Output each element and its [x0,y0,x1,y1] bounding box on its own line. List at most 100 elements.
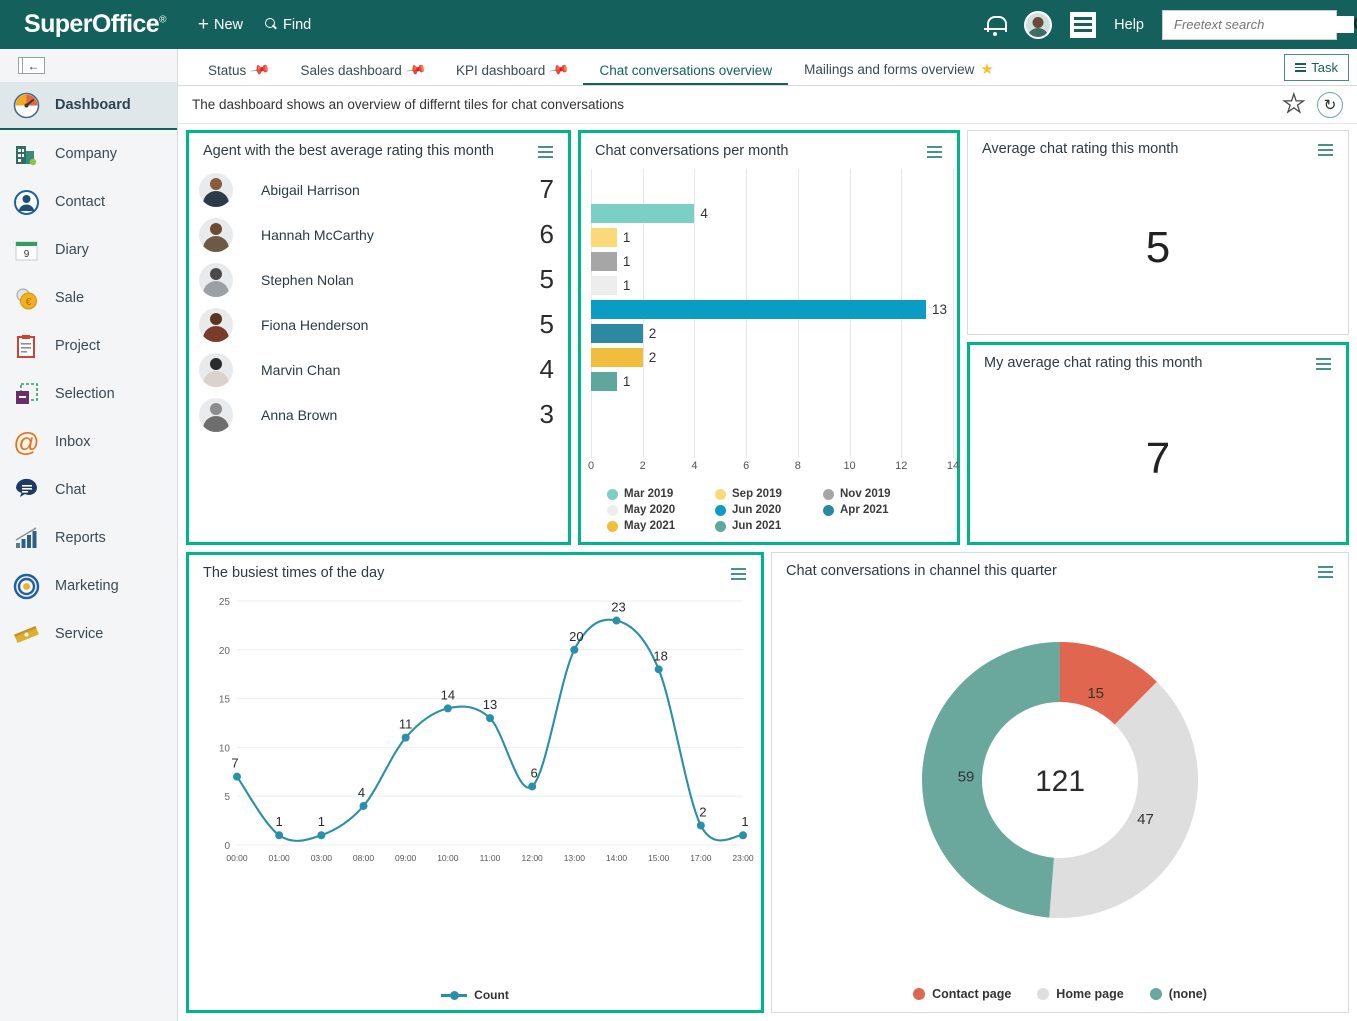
bar-value-label: 4 [700,206,708,222]
legend-item[interactable]: Nov 2019 [823,488,931,500]
tab-sales-dashboard[interactable]: Sales dashboard 📌 [284,59,440,85]
list-item[interactable]: Marvin Chan 4 [199,347,554,392]
svg-text:17:00: 17:00 [690,853,712,863]
pin-icon[interactable]: 📌 [249,59,272,81]
line-chart-legend: Count [197,980,753,1010]
bar-chart-bar-row[interactable]: 2 [591,347,947,368]
tile-menu-icon[interactable] [1315,141,1336,159]
bar-chart-bar-row[interactable]: 13 [591,299,947,320]
tab-chat-conversations-overview[interactable]: Chat conversations overview [583,63,789,85]
user-avatar[interactable] [1024,10,1053,39]
svg-text:01:00: 01:00 [269,853,291,863]
bar[interactable] [591,372,617,392]
legend-label: Count [474,988,509,1002]
legend-item[interactable]: Contact page [913,987,1011,1001]
bar[interactable] [591,204,695,224]
bar-chart-bar-row[interactable]: 2 [591,323,947,344]
sidebar-item-service[interactable]: Service [0,610,177,658]
favorite-star-icon[interactable]: ★ [980,60,993,78]
collapse-sidebar-button[interactable]: ← [18,57,45,74]
sidebar-item-dashboard[interactable]: Dashboard [0,82,177,130]
tile-header: The busiest times of the day [189,555,761,585]
bar-chart-bar-row[interactable]: 1 [591,251,947,272]
sidebar-item-label: Sale [55,290,85,306]
bar-chart-bar-row[interactable]: 4 [591,203,947,224]
legend-item[interactable]: Apr 2021 [823,504,931,516]
svg-text:23: 23 [611,600,625,615]
agent-name: Anna Brown [261,406,338,423]
legend-item[interactable]: May 2021 [607,520,715,532]
pin-icon[interactable]: 📌 [405,59,427,81]
svg-text:20: 20 [219,646,231,657]
sidebar-item-company[interactable]: Company [0,130,177,178]
tile-menu-icon[interactable] [924,143,945,161]
svg-text:59: 59 [958,768,975,785]
tile-my-average-chat-rating[interactable]: My average chat rating this month 7 [967,342,1349,545]
bar[interactable] [591,228,617,248]
legend-item[interactable]: Mar 2019 [607,488,715,500]
tab-mailings-and-forms-overview[interactable]: Mailings and forms overview ★ [788,60,1010,85]
bar[interactable] [591,324,643,344]
tile-title: Agent with the best average rating this … [203,143,494,159]
favorite-star-outline-icon[interactable]: ★ [1282,91,1306,117]
tile-title: Average chat rating this month [982,141,1179,157]
help-link[interactable]: Help [1114,17,1144,33]
new-button[interactable]: + New [198,15,243,34]
svg-text:1: 1 [276,814,283,829]
list-item[interactable]: Stephen Nolan 5 [199,257,554,302]
list-item[interactable]: Anna Brown 3 [199,392,554,437]
tile-menu-icon[interactable] [535,143,556,161]
main-menu-icon[interactable] [1070,11,1097,38]
notifications-bell-icon[interactable] [984,13,1008,37]
legend-item[interactable]: Sep 2019 [715,488,823,500]
legend-item[interactable]: (none) [1149,987,1207,1001]
bar-chart-bar-row[interactable]: 1 [591,227,947,248]
sidebar-item-diary[interactable]: 9 Diary [0,226,177,274]
sidebar-item-project[interactable]: Project [0,322,177,370]
list-item[interactable]: Fiona Henderson 5 [199,302,554,347]
search-input[interactable] [1172,16,1354,33]
tile-agent-best-average-rating[interactable]: Agent with the best average rating this … [186,130,571,545]
bar-chart-bar-row[interactable]: 1 [591,275,947,296]
sidebar-item-sale[interactable]: € Sale [0,274,177,322]
sidebar-item-reports[interactable]: Reports [0,514,177,562]
app-logo[interactable]: SuperOffice® [24,10,166,39]
list-item[interactable]: Abigail Harrison 7 [199,167,554,212]
sidebar-item-marketing[interactable]: Marketing [0,562,177,610]
tile-average-chat-rating[interactable]: Average chat rating this month 5 [967,130,1349,335]
tile-menu-icon[interactable] [1315,563,1336,581]
gridline [953,169,954,458]
legend-color-dot [715,488,726,500]
sidebar-item-chat[interactable]: Chat [0,466,177,514]
tile-menu-icon[interactable] [728,565,749,583]
tile-chat-conversations-in-channel[interactable]: Chat conversations in channel this quart… [771,552,1349,1013]
bar-chart-bar-row[interactable]: 1 [591,371,947,392]
sidebar-item-label: Dashboard [55,97,131,113]
bar[interactable] [591,276,617,296]
list-item[interactable]: Hannah McCarthy 6 [199,212,554,257]
svg-text:4: 4 [358,785,365,800]
tile-menu-icon[interactable] [1313,355,1334,373]
tab-status[interactable]: Status 📌 [192,59,284,85]
freetext-search-box[interactable] [1162,9,1357,40]
legend-item[interactable]: Jun 2021 [715,520,823,532]
tile-chat-conversations-per-month[interactable]: Chat conversations per month 4 1 1 1 13 2 2 1 0… [578,130,960,545]
legend-item[interactable]: Jun 2020 [715,504,823,516]
legend-item[interactable]: May 2020 [607,504,715,516]
sidebar-item-inbox[interactable]: @ Inbox [0,418,177,466]
sidebar-item-contact[interactable]: Contact [0,178,177,226]
bar[interactable] [591,300,926,320]
bar[interactable] [591,252,617,272]
svg-text:9: 9 [24,249,30,260]
new-button-label: New [214,16,244,33]
tab-kpi-dashboard[interactable]: KPI dashboard 📌 [440,59,584,85]
pin-icon[interactable]: 📌 [548,59,571,81]
tile-busiest-times-of-day[interactable]: The busiest times of the day 0 5 10 15 20 25 7… [186,552,764,1013]
sidebar-item-selection[interactable]: Selection [0,370,177,418]
refresh-icon[interactable]: ↻ [1317,91,1343,118]
task-button[interactable]: Task [1284,54,1349,81]
legend-item[interactable]: Home page [1037,987,1124,1001]
find-button[interactable]: Find [265,17,311,33]
svg-text:18: 18 [653,648,667,663]
bar[interactable] [591,348,643,368]
